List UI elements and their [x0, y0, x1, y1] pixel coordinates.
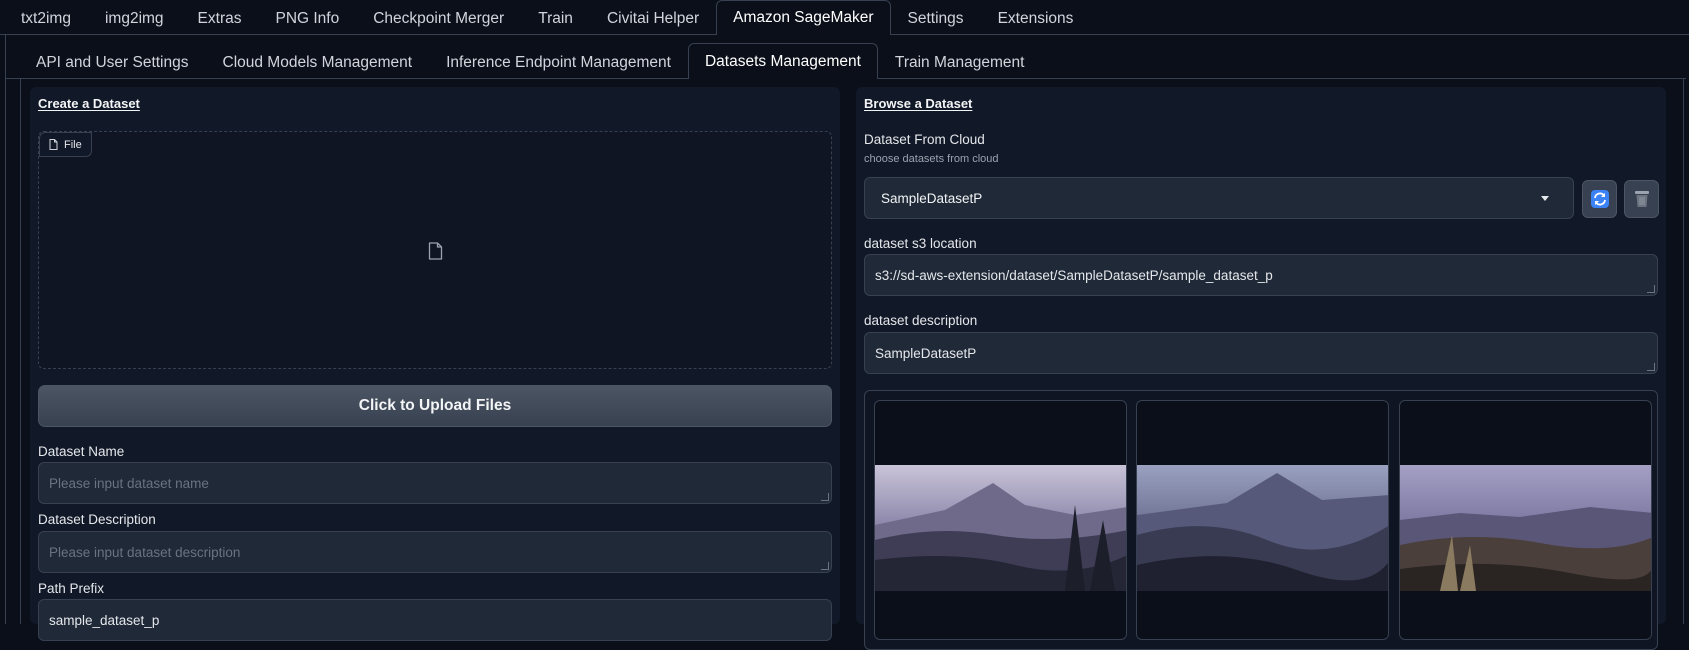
- refresh-button[interactable]: [1582, 180, 1617, 218]
- browse-dataset-title: Browse a Dataset: [864, 96, 973, 111]
- file-icon: [49, 139, 58, 150]
- delete-button[interactable]: [1624, 180, 1659, 218]
- dataset-description-label: Dataset Description: [38, 512, 156, 527]
- tab-train-management[interactable]: Train Management: [878, 45, 1042, 79]
- tab-img2img[interactable]: img2img: [88, 2, 181, 35]
- tab-inference-endpoint-management[interactable]: Inference Endpoint Management: [429, 45, 688, 79]
- tab-api-user-settings[interactable]: API and User Settings: [19, 45, 206, 79]
- resize-handle[interactable]: [821, 562, 829, 570]
- dataset-from-cloud-label: Dataset From Cloud: [864, 132, 985, 147]
- dataset-from-cloud-sublabel: choose datasets from cloud: [864, 153, 999, 165]
- tab-png-info[interactable]: PNG Info: [258, 2, 356, 35]
- tab-extensions[interactable]: Extensions: [981, 2, 1091, 35]
- tab-datasets-management[interactable]: Datasets Management: [687, 43, 878, 79]
- file-dropzone[interactable]: File: [38, 131, 832, 369]
- dataset-description-input[interactable]: Please input dataset description: [38, 531, 832, 573]
- resize-handle[interactable]: [821, 493, 829, 501]
- dataset-select-value: SampleDatasetP: [881, 190, 983, 206]
- chevron-down-icon: [1541, 195, 1549, 201]
- dataset-s3-location-field[interactable]: s3://sd-aws-extension/dataset/SampleData…: [864, 254, 1658, 296]
- landscape-thumbnail: [875, 465, 1126, 591]
- resize-handle[interactable]: [1647, 363, 1655, 371]
- trash-icon: [1634, 191, 1649, 207]
- landscape-thumbnail: [1137, 465, 1388, 591]
- tab-civitai-helper[interactable]: Civitai Helper: [590, 2, 716, 35]
- file-badge: File: [39, 132, 92, 157]
- gallery-image[interactable]: [1136, 400, 1389, 640]
- tab-cloud-models-management[interactable]: Cloud Models Management: [206, 45, 430, 79]
- tab-txt2img[interactable]: txt2img: [4, 2, 88, 35]
- tab-train[interactable]: Train: [521, 2, 590, 35]
- landscape-thumbnail: [1400, 465, 1651, 591]
- upload-files-button[interactable]: Click to Upload Files: [38, 385, 832, 427]
- main-tab-bar: txt2img img2img Extras PNG Info Checkpoi…: [0, 0, 1689, 35]
- gallery-image[interactable]: [874, 400, 1127, 640]
- dataset-select[interactable]: SampleDatasetP: [864, 177, 1574, 219]
- tab-checkpoint-merger[interactable]: Checkpoint Merger: [356, 2, 521, 35]
- tab-settings[interactable]: Settings: [891, 2, 981, 35]
- tab-extras[interactable]: Extras: [181, 2, 259, 35]
- dataset-description-label-browse: dataset description: [864, 313, 978, 328]
- refresh-icon: [1590, 190, 1609, 208]
- gallery-image[interactable]: [1399, 400, 1652, 640]
- path-prefix-label: Path Prefix: [38, 581, 105, 596]
- file-icon: [428, 242, 443, 260]
- sagemaker-sub-tab-bar: API and User Settings Cloud Models Manag…: [6, 43, 1686, 79]
- dataset-name-input[interactable]: Please input dataset name: [38, 462, 832, 504]
- dataset-name-label: Dataset Name: [38, 444, 125, 459]
- dataset-s3-location-label: dataset s3 location: [864, 236, 977, 251]
- create-dataset-title: Create a Dataset: [38, 96, 140, 111]
- tab-amazon-sagemaker[interactable]: Amazon SageMaker: [716, 0, 891, 35]
- path-prefix-input[interactable]: sample_dataset_p: [38, 599, 832, 641]
- resize-handle[interactable]: [1647, 285, 1655, 293]
- dataset-description-field[interactable]: SampleDatasetP: [864, 332, 1658, 374]
- dataset-gallery: [864, 390, 1658, 650]
